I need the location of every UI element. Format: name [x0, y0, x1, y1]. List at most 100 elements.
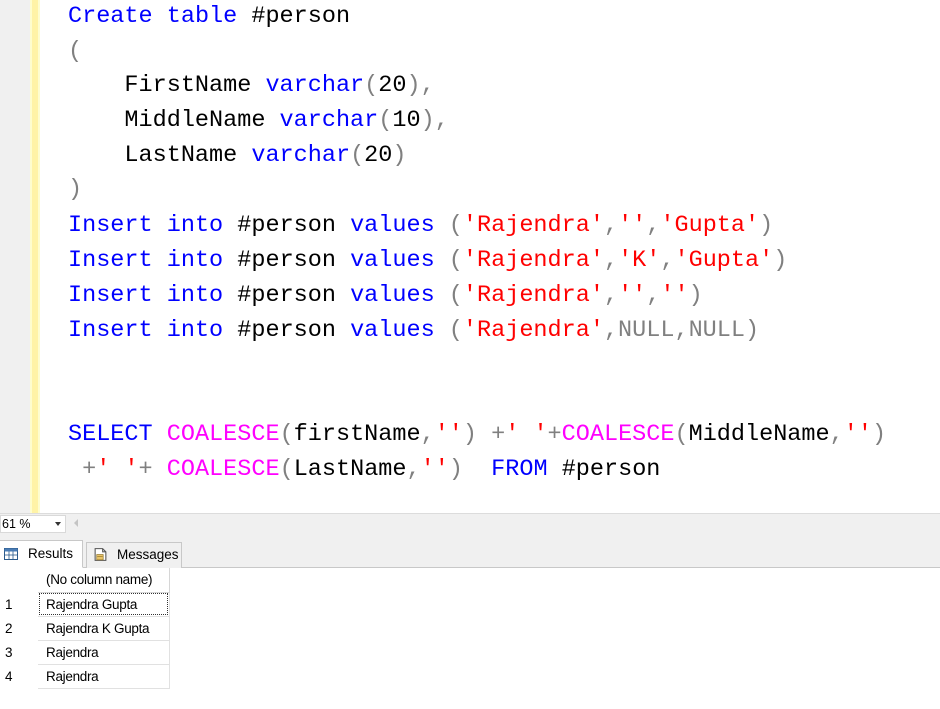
code-token: ( — [674, 421, 689, 448]
code-token: ,NULL,NULL) — [603, 317, 760, 344]
tab-messages[interactable]: Messages — [86, 542, 182, 568]
code-token: Insert — [68, 212, 153, 239]
code-line[interactable]: Insert into #person values ('Rajendra','… — [68, 244, 787, 278]
tab-results[interactable]: Results — [0, 540, 83, 568]
code-token: #person — [223, 317, 351, 344]
table-cell[interactable]: Rajendra K Gupta — [38, 616, 170, 641]
code-token: ), — [406, 72, 435, 99]
code-token: SELECT — [68, 421, 153, 448]
code-token: 'Rajendra' — [462, 247, 604, 274]
code-line[interactable]: LastName varchar(20) — [68, 139, 407, 173]
query-editor[interactable]: Create table #person( FirstName varchar(… — [0, 0, 940, 513]
code-token: ( — [279, 456, 294, 483]
table-row[interactable]: 4 Rajendra — [0, 664, 170, 689]
table-row[interactable]: 1 Rajendra Gupta — [0, 592, 170, 617]
grid-icon — [4, 548, 18, 560]
table-row[interactable]: 3 Rajendra — [0, 640, 170, 665]
code-token: , — [603, 282, 619, 309]
code-line[interactable]: MiddleName varchar(10), — [68, 104, 448, 138]
row-number[interactable]: 4 — [0, 664, 38, 688]
code-token: Insert — [68, 282, 153, 309]
code-token: , — [646, 282, 661, 309]
code-token: ' ' — [505, 421, 548, 448]
code-token: , — [406, 456, 421, 483]
zoom-value: 61 % — [2, 517, 31, 531]
code-token: '' — [660, 282, 689, 309]
code-token: COALESCE — [561, 421, 675, 448]
code-token: '' — [843, 421, 872, 448]
code-token: 'Rajendra' — [462, 282, 604, 309]
code-token: ( — [378, 107, 393, 134]
code-token: Insert — [68, 317, 153, 344]
table-row[interactable]: 2 Rajendra K Gupta — [0, 616, 170, 641]
table-cell[interactable]: Rajendra — [38, 640, 170, 665]
code-token: 'Gupta' — [660, 212, 760, 239]
code-token: Insert — [68, 247, 153, 274]
code-line[interactable]: ) — [68, 173, 82, 207]
code-token: varchar — [265, 72, 365, 99]
code-token: , — [660, 247, 675, 274]
code-line[interactable]: +' '+ COALESCE(LastName,'') FROM #person — [68, 453, 660, 487]
editor-gutter — [0, 0, 30, 513]
code-token: '' — [618, 212, 647, 239]
row-number[interactable]: 1 — [0, 592, 38, 616]
code-token: ( — [279, 421, 294, 448]
code-token: Create — [68, 3, 153, 30]
code-token: + — [68, 456, 97, 483]
messages-icon — [94, 548, 107, 561]
zoom-dropdown[interactable]: 61 % — [0, 515, 66, 533]
code-line[interactable]: Insert into #person values ('Rajendra',N… — [68, 314, 759, 348]
code-token: table — [166, 3, 238, 30]
code-token: ) — [392, 142, 407, 169]
scroll-left-arrow-icon[interactable] — [74, 519, 78, 527]
code-line[interactable]: SELECT COALESCE(firstName,'') +' '+COALE… — [68, 418, 886, 452]
row-number[interactable]: 3 — [0, 640, 38, 664]
code-token: values — [350, 247, 435, 274]
tab-results-label: Results — [28, 546, 74, 561]
code-token: #person — [223, 282, 351, 309]
change-tracking-bar-fill — [32, 0, 38, 513]
editor-zoom-bar: 61 % — [0, 513, 940, 534]
table-cell[interactable]: Rajendra Gupta — [38, 592, 170, 617]
code-token: 'K' — [618, 247, 661, 274]
change-tracking-bar — [30, 0, 40, 513]
table-header-row: (No column name) — [0, 568, 170, 593]
code-token: into — [166, 317, 224, 344]
code-token: ) — [68, 176, 83, 203]
code-token: firstName — [293, 421, 421, 448]
code-token: MiddleName — [688, 421, 830, 448]
results-table: (No column name) 1 Rajendra Gupta 2 Rajendr… — [0, 568, 170, 689]
code-token: #person — [223, 212, 351, 239]
column-header[interactable]: (No column name) — [38, 568, 170, 593]
code-token: , — [603, 212, 619, 239]
code-token: into — [166, 212, 224, 239]
code-token: COALESCE — [166, 421, 280, 448]
code-line[interactable]: FirstName varchar(20), — [68, 69, 435, 103]
code-token: 20 — [364, 142, 393, 169]
code-token: COALESCE — [166, 456, 280, 483]
code-token: '' — [434, 421, 463, 448]
code-token: 'Rajendra' — [462, 212, 604, 239]
code-line[interactable]: Insert into #person values ('Rajendra','… — [68, 209, 773, 243]
code-line[interactable]: Insert into #person values ('Rajendra','… — [68, 279, 703, 313]
results-grid[interactable]: (No column name) 1 Rajendra Gupta 2 Rajendr… — [0, 568, 940, 709]
code-token: 'Rajendra' — [462, 317, 604, 344]
code-token: ) — [688, 282, 703, 309]
grid-corner[interactable] — [0, 568, 38, 593]
row-number[interactable]: 2 — [0, 616, 38, 640]
code-token: #person — [223, 247, 351, 274]
code-line[interactable]: Create table #person — [68, 0, 350, 34]
code-token: FROM — [491, 456, 548, 483]
code-token: ( — [434, 247, 463, 274]
code-token: ' ' — [96, 456, 139, 483]
code-token: MiddleName — [68, 107, 280, 134]
code-token: ) — [448, 456, 463, 483]
code-line[interactable]: ( — [68, 35, 82, 69]
table-cell[interactable]: Rajendra — [38, 664, 170, 689]
code-token: 10 — [392, 107, 421, 134]
